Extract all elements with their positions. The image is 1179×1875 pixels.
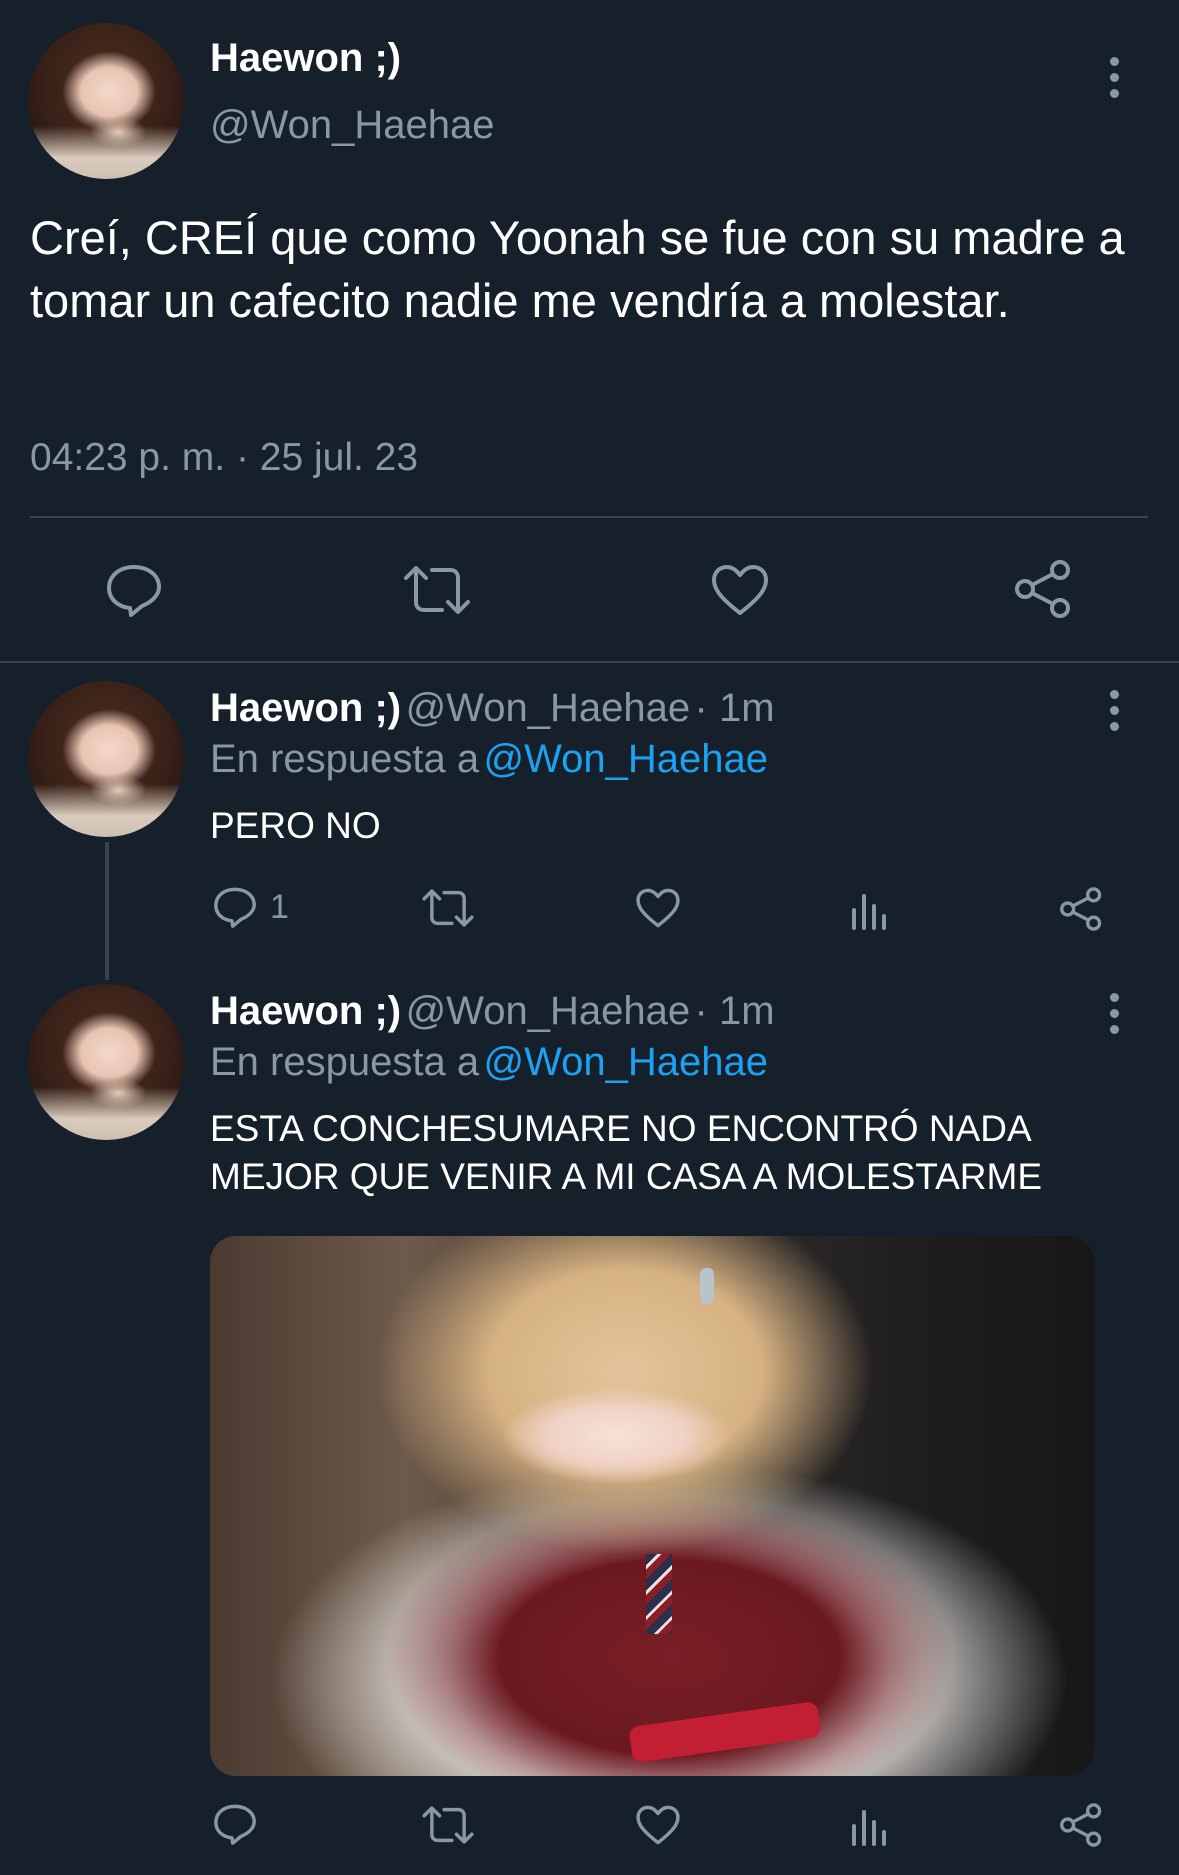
reply-time: · 1m [694,686,775,730]
share-icon[interactable] [1012,558,1074,620]
replying-to: En respuesta a @Won_Haehae [210,1040,768,1085]
author-name[interactable]: Haewon ;) [210,36,401,81]
photo-tie [646,1554,672,1634]
reply-icon[interactable] [212,885,258,929]
avatar[interactable] [28,681,184,837]
reply-text: PERO NO [210,805,381,846]
avatar[interactable] [28,984,184,1140]
author-handle[interactable]: @Won_Haehae [406,686,691,730]
tweet-timestamp[interactable]: 04:23 p. m. · 25 jul. 23 [30,436,418,480]
retweet-icon[interactable] [421,1805,475,1845]
reply-header: Haewon ;) @Won_Haehae · 1m [210,686,775,731]
retweet-icon[interactable] [402,564,472,616]
thread-line [105,842,109,980]
avatar[interactable] [28,23,184,179]
author-handle[interactable]: @Won_Haehae [210,103,495,148]
like-icon[interactable] [635,887,681,929]
tweet-text: Creí, CREÍ que como Yoonah se fue con su… [30,211,1125,327]
like-icon[interactable] [635,1804,681,1846]
replying-to-label: En respuesta a [210,737,480,781]
reply-count: 1 [270,888,289,926]
like-icon[interactable] [710,563,770,617]
reply-icon[interactable] [104,562,164,618]
attached-photo[interactable] [210,1236,1094,1776]
section-divider [0,661,1179,663]
analytics-icon[interactable] [850,1808,890,1846]
replying-to-link[interactable]: @Won_Haehae [484,737,769,781]
share-icon[interactable] [1058,886,1104,932]
reply-icon[interactable] [212,1802,258,1846]
replying-to-label: En respuesta a [210,1040,480,1084]
retweet-icon[interactable] [421,888,475,928]
photo-device [628,1700,822,1764]
more-options-icon[interactable] [1110,690,1120,738]
reply-time: · 1m [694,989,775,1033]
author-name[interactable]: Haewon ;) [210,686,401,730]
reply-header: Haewon ;) @Won_Haehae · 1m [210,989,775,1034]
more-options-icon[interactable] [1110,993,1120,1041]
more-options-icon[interactable] [1110,57,1120,105]
analytics-icon[interactable] [850,892,890,930]
share-icon[interactable] [1058,1802,1104,1848]
reply-text: ESTA CONCHESUMARE NO ENCONTRÓ NADA MEJOR… [210,1108,1043,1197]
author-name[interactable]: Haewon ;) [210,989,401,1033]
divider [30,516,1148,518]
replying-to-link[interactable]: @Won_Haehae [484,1040,769,1084]
replying-to: En respuesta a @Won_Haehae [210,737,768,782]
photo-hairpin [700,1268,714,1304]
author-handle[interactable]: @Won_Haehae [406,989,691,1033]
